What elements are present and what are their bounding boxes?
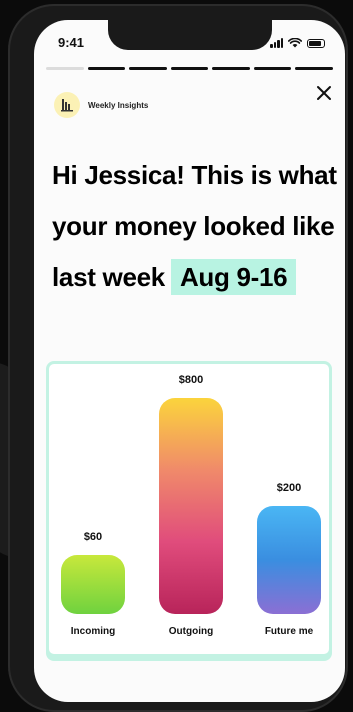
story-progress-segment — [87, 67, 126, 70]
story-progress-segment — [129, 67, 167, 70]
bar-column-future-me: $200 Future me — [257, 364, 321, 654]
bar-column-incoming: $60 Incoming — [61, 364, 125, 654]
story-progress-segment — [170, 67, 209, 70]
bar-category-label: Outgoing — [168, 626, 214, 637]
bar-value-label: $800 — [178, 374, 204, 386]
story-progress-segment — [253, 67, 292, 70]
bar — [159, 398, 223, 614]
story-progress-segment — [295, 67, 334, 70]
bar — [61, 555, 125, 614]
weekly-insights-logo-icon — [54, 92, 80, 118]
status-icons — [270, 38, 325, 48]
bar-category-label: Future me — [264, 626, 314, 637]
bar-value-label: $200 — [276, 482, 302, 494]
spending-chart: $60 Incoming $800 Outgoing $200 Future me — [46, 361, 332, 657]
bar-column-outgoing: $800 Outgoing — [159, 364, 223, 654]
wifi-icon — [288, 38, 302, 48]
signal-icon — [270, 38, 283, 48]
phone-frame: 9:41 Weekly Insights Hi Jessica! This is… — [8, 4, 348, 712]
close-button[interactable] — [313, 82, 335, 104]
bar — [257, 506, 321, 614]
bar-category-label: Incoming — [70, 626, 116, 637]
phone-notch — [108, 20, 272, 50]
battery-icon — [307, 39, 325, 48]
app-screen: 9:41 Weekly Insights Hi Jessica! This is… — [34, 20, 345, 702]
brand: Weekly Insights — [54, 92, 148, 118]
bar-value-label: $60 — [83, 531, 103, 543]
date-range-highlight: Aug 9-16 — [170, 259, 297, 295]
headline: Hi Jessica! This is what your money look… — [52, 150, 342, 303]
story-progress-segment — [46, 67, 84, 70]
story-progress-segment — [212, 67, 250, 70]
story-progress — [46, 67, 334, 70]
status-time: 9:41 — [58, 35, 85, 50]
close-icon — [317, 86, 331, 100]
brand-name: Weekly Insights — [88, 100, 149, 110]
